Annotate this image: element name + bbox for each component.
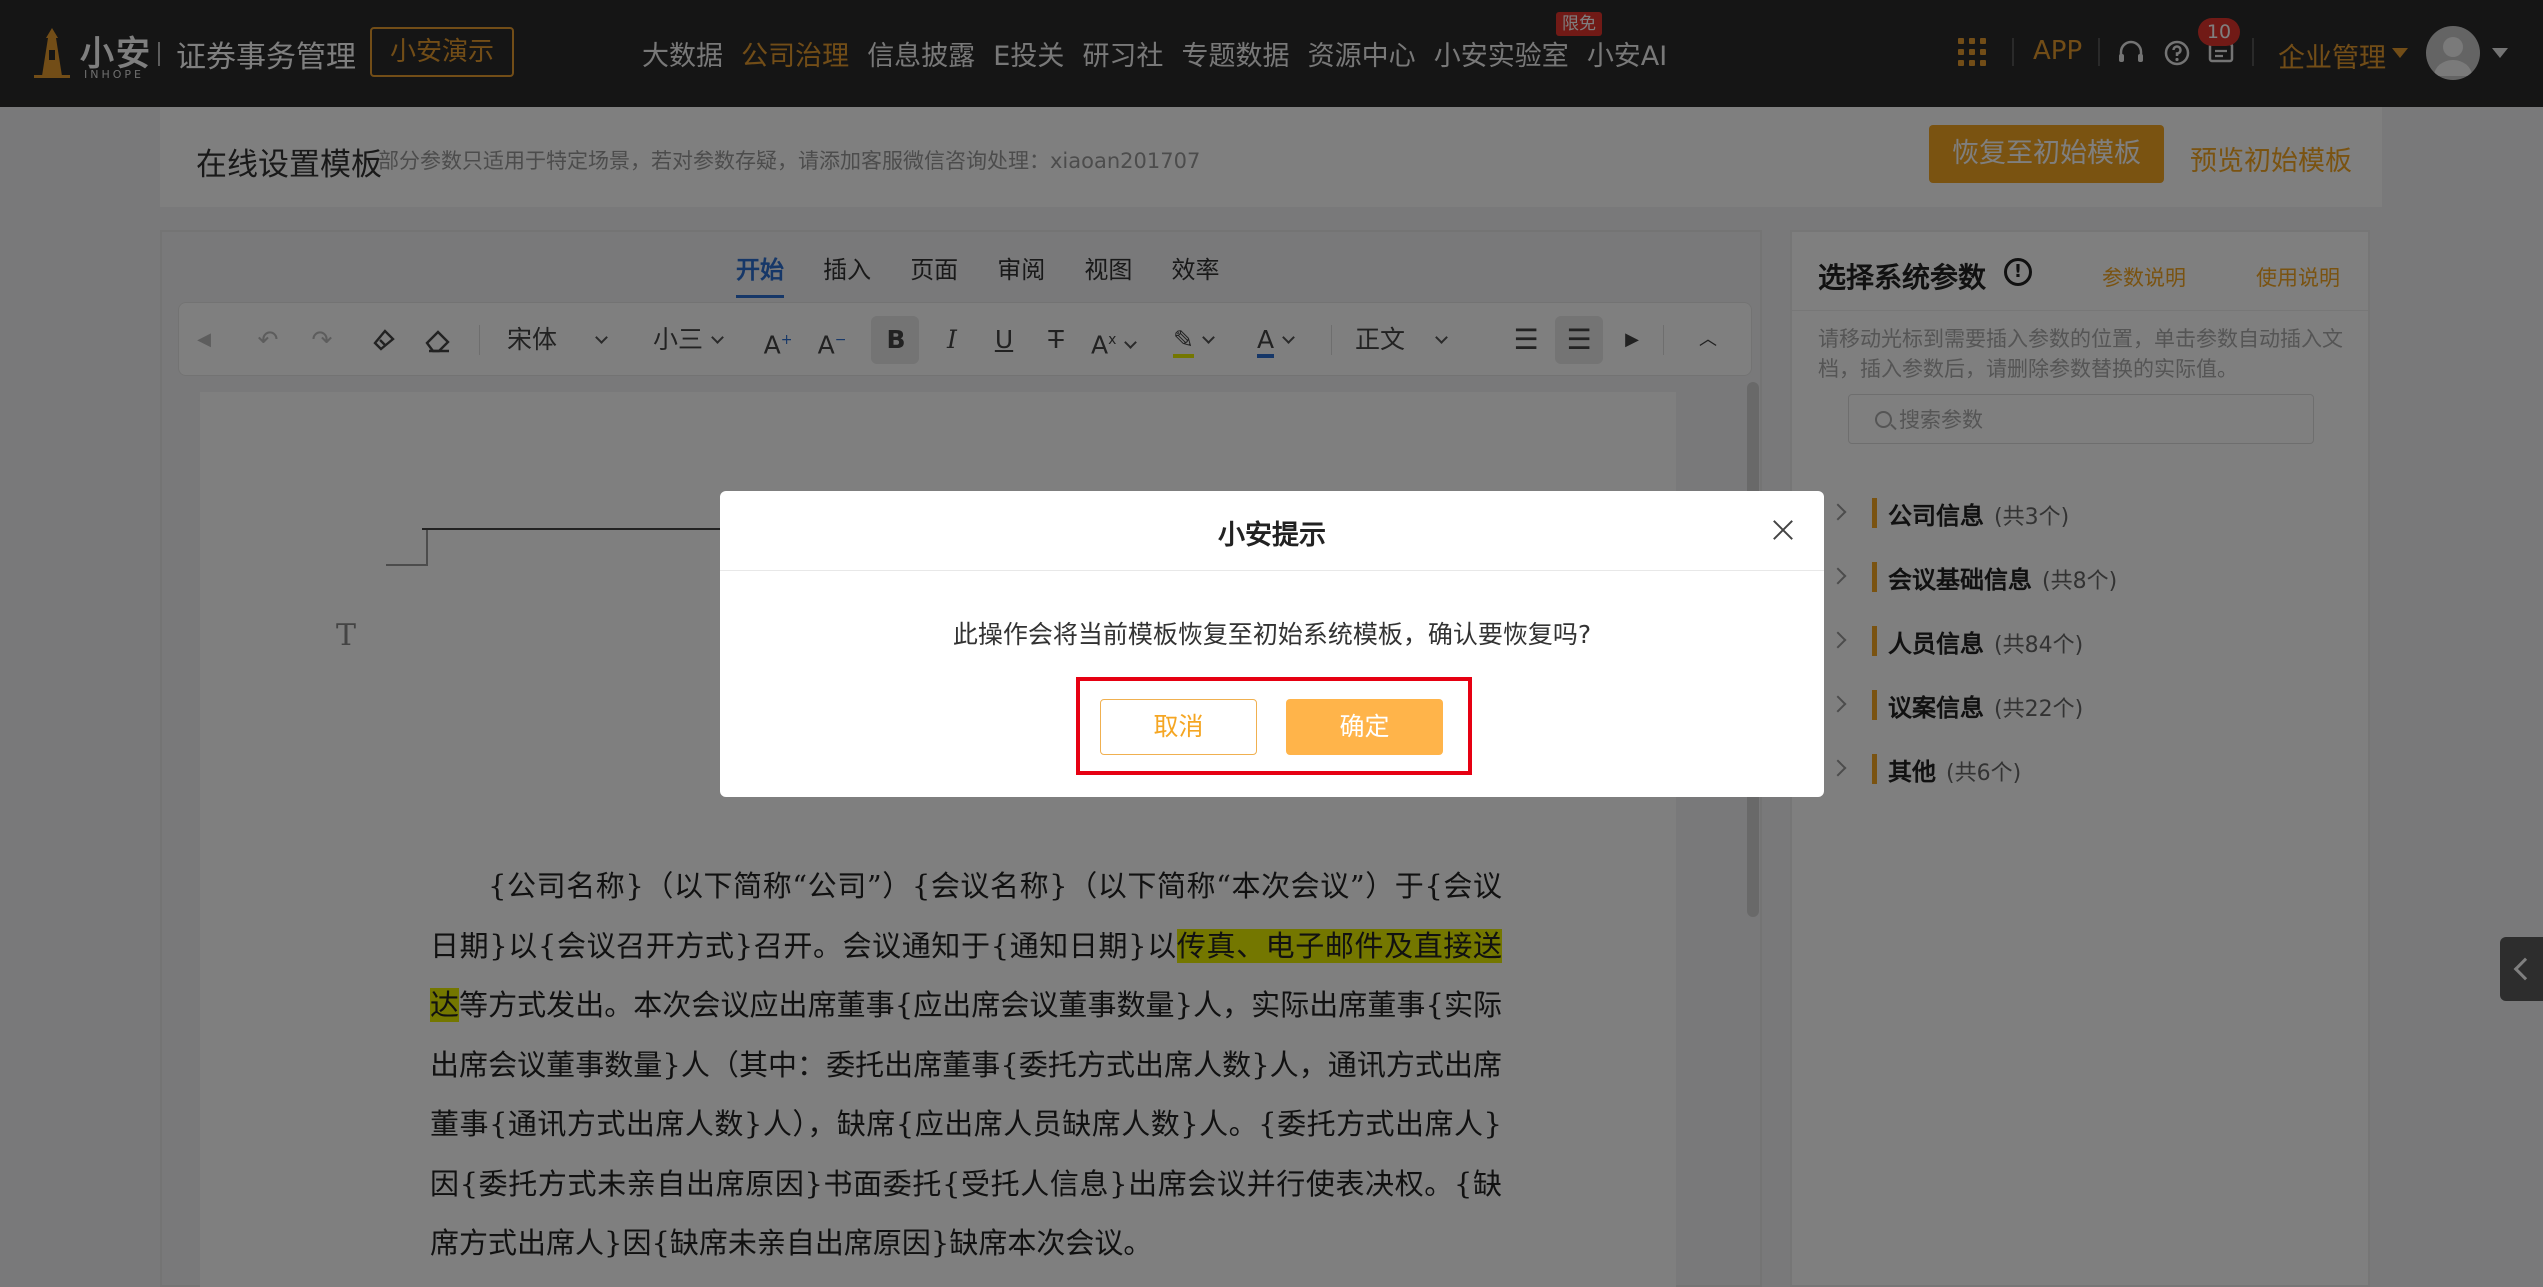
dialog-title: 小安提示 (1218, 520, 1326, 551)
close-icon[interactable] (1768, 515, 1798, 545)
dialog-message: 此操作会将当前模板恢复至初始系统模板，确认要恢复吗? (952, 620, 1592, 649)
cancel-button[interactable]: 取消 (1100, 699, 1257, 755)
dialog-header: 小安提示 (720, 491, 1824, 571)
confirm-dialog: 小安提示 此操作会将当前模板恢复至初始系统模板，确认要恢复吗? 取消 确定 (720, 491, 1824, 797)
confirm-button[interactable]: 确定 (1286, 699, 1443, 755)
